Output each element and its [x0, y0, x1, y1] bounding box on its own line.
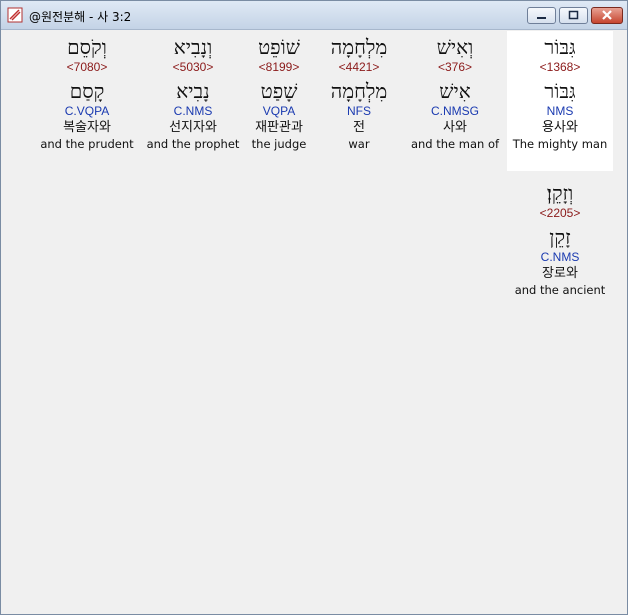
strong-number[interactable]: <7080> [37, 60, 137, 76]
english-gloss: The mighty man [512, 137, 608, 151]
korean-gloss: 전 [353, 120, 365, 135]
english-gloss: and the ancient [514, 283, 606, 297]
analysis-area: גִּבּוֹר <1368> גִּבּוֹר NMS 용사와 The mig… [7, 31, 619, 609]
strong-number[interactable]: <1368> [507, 60, 613, 76]
strong-number[interactable]: <4421> [315, 60, 403, 76]
minimize-icon [537, 17, 546, 19]
korean-gloss: 사와 [443, 120, 467, 135]
lemma: נָבִיא [176, 79, 210, 103]
korean-gloss: 선지자와 [169, 120, 217, 135]
hebrew-word: שׁוֹפֵט [258, 35, 300, 59]
app-window: @원전분해 - 사 3:2 גִּבּוֹר <1368> גִּבּוֹר N… [0, 0, 628, 615]
korean-gloss: 재판관과 [255, 120, 303, 135]
hebrew-word: מִלְחָמָה [330, 35, 388, 59]
maximize-icon [568, 10, 579, 20]
word-card[interactable]: וְקֹסֵם <7080> קָסַם C.VQPA 복술자와 and the… [37, 31, 137, 171]
minimize-button[interactable] [527, 7, 556, 24]
morphology: NMS [546, 104, 574, 118]
morphology: C.VQPA [64, 104, 110, 118]
morphology: NFS [347, 104, 371, 118]
morphology: C.NMS [540, 250, 580, 264]
hebrew-word: וְזָקֵן׃ [546, 181, 574, 205]
hebrew-word: גִּבּוֹר [544, 35, 576, 59]
word-card[interactable]: וְנָבִיא <5030> נָבִיא C.NMS 선지자와 and th… [143, 31, 243, 171]
english-gloss: war [348, 137, 370, 151]
lemma: קָסַם [69, 79, 105, 103]
lemma: מִלְחָמָה [330, 79, 388, 103]
close-icon [602, 10, 612, 20]
strong-number[interactable]: <376> [405, 60, 505, 76]
lemma: גִּבּוֹר [544, 79, 576, 103]
strong-number[interactable]: <5030> [143, 60, 243, 76]
lemma: שָׁפַט [260, 79, 298, 103]
korean-gloss: 복술자와 [63, 120, 111, 135]
hebrew-word: וְנָבִיא [173, 35, 213, 59]
hebrew-word: וְאִישׁ [436, 35, 474, 59]
word-card[interactable]: וְזָקֵן׃ <2205> זָקֵן C.NMS 장로와 and the … [507, 177, 613, 307]
lemma: אִישׁ [439, 79, 471, 103]
morphology: C.NMS [173, 104, 213, 118]
word-card[interactable]: מִלְחָמָה <4421> מִלְחָמָה NFS 전 war [315, 31, 403, 171]
strong-number[interactable]: <2205> [507, 206, 613, 222]
english-gloss: and the man of [410, 137, 500, 151]
close-button[interactable] [591, 7, 623, 24]
word-card[interactable]: וְאִישׁ <376> אִישׁ C.NMSG 사와 and the ma… [405, 31, 505, 171]
app-icon [7, 7, 23, 23]
window-title: @원전분해 - 사 3:2 [29, 10, 132, 24]
morphology: C.NMSG [431, 104, 479, 118]
english-gloss: and the prophet [146, 137, 240, 151]
word-card[interactable]: גִּבּוֹר <1368> גִּבּוֹר NMS 용사와 The mig… [507, 31, 613, 171]
english-gloss: and the prudent [40, 137, 134, 151]
title-bar[interactable]: @원전분해 - 사 3:2 [1, 1, 627, 30]
korean-gloss: 장로와 [542, 266, 578, 281]
strong-number[interactable]: <8199> [243, 60, 315, 76]
morphology: VQPA [262, 104, 296, 118]
word-card[interactable]: שׁוֹפֵט <8199> שָׁפַט VQPA 재판관과 the judg… [243, 31, 315, 171]
hebrew-word: וְקֹסֵם [67, 35, 107, 59]
maximize-button[interactable] [559, 7, 588, 24]
lemma: זָקֵן [549, 225, 571, 249]
korean-gloss: 용사와 [542, 120, 578, 135]
english-gloss: the judge [251, 137, 307, 151]
